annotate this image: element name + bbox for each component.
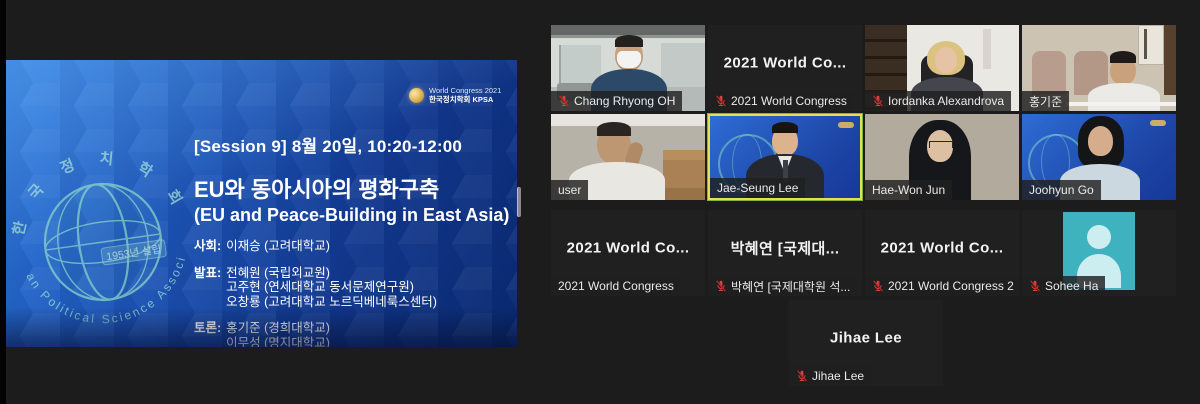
person-icon: [1087, 225, 1111, 249]
video-tile-2021-world-congress-2[interactable]: 2021 World Co... 2021 World Congress 2: [865, 210, 1019, 296]
decor-shape: [1066, 102, 1176, 106]
participant-name: 2021 World Congress: [731, 94, 847, 108]
participant-name-label: Hae-Won Jun: [865, 180, 952, 200]
discussant-name: 이무성 (명지대학교): [226, 336, 330, 348]
participant-name-label: Iordanka Alexandrova: [865, 91, 1011, 111]
person-silhouette: [1088, 83, 1160, 111]
video-tile-2021-world-congress[interactable]: 2021 World Co... 2021 World Congress: [708, 25, 862, 111]
participant-name-label: Jae-Seung Lee: [710, 178, 805, 198]
presenter-name: 전혜원 (국립외교원): [226, 266, 437, 281]
participant-name: Jae-Seung Lee: [717, 181, 798, 195]
session-heading: [Session 9] 8월 20일, 10:20-12:00: [194, 132, 512, 157]
participant-name: Sohee Ha: [1045, 279, 1098, 293]
congress-badge: World Congress 2021 한국정치학회 KPSA: [409, 86, 501, 104]
mic-muted-icon: [558, 95, 570, 107]
badge-glint: [838, 122, 854, 128]
shared-screen-slide: World Congress 2021 한국정치학회 KPSA 1953년 설립…: [6, 60, 517, 347]
participant-name: Hae-Won Jun: [872, 183, 945, 197]
tile-center-name: 박혜연 [국제대...: [708, 237, 862, 258]
decor-shape: [615, 35, 643, 47]
participant-name-label: user: [551, 180, 588, 200]
video-tile-jihae-lee[interactable]: Jihae Lee Jihae Lee: [789, 300, 943, 386]
kpsa-coin-logo-icon: [409, 88, 424, 103]
video-tile-hong-ki-jun[interactable]: 홍기준: [1022, 25, 1176, 111]
participant-name: 2021 World Congress 2: [888, 279, 1014, 293]
video-tile-user[interactable]: user: [551, 114, 705, 200]
wall-scroll: [1138, 25, 1164, 65]
badge-glint: [1150, 120, 1166, 126]
participant-name-label: Chang Rhyong OH: [551, 91, 682, 111]
participant-name: 홍기준: [1029, 93, 1062, 110]
participant-name: user: [558, 183, 581, 197]
decor-shape: [661, 43, 705, 87]
participant-name-label: 박혜연 [국제대학원 석...: [708, 276, 857, 296]
decor-shape: [559, 45, 601, 83]
tile-center-name: 2021 World Co...: [551, 239, 705, 256]
tile-center-name: 2021 World Co...: [708, 54, 862, 71]
presenter-name: 고주현 (연세대학교 동서문제연구원): [226, 280, 437, 295]
video-tile-hae-won-jun[interactable]: Hae-Won Jun: [865, 114, 1019, 200]
video-tile-joohyun-go[interactable]: Joohyun Go: [1022, 114, 1176, 200]
participant-name-label: 홍기준: [1022, 91, 1069, 111]
decor-shape: [1110, 51, 1136, 63]
participant-name-label: 2021 World Congress: [708, 91, 854, 111]
presenter-name: 오창룡 (고려대학교 노르딕베네룩스센터): [226, 295, 437, 310]
decor-shape: [983, 29, 991, 69]
session-title-korean: EU와 동아시아의 평화구축: [194, 172, 512, 204]
mic-muted-icon: [715, 280, 727, 292]
participant-name-label: Sohee Ha: [1022, 276, 1105, 296]
door: [1164, 25, 1176, 95]
tile-center-name: 2021 World Co...: [865, 239, 1019, 256]
mic-muted-icon: [1029, 280, 1041, 292]
decor-shape: [1144, 29, 1147, 59]
session-title-english: (EU and Peace-Building in East Asia): [194, 205, 512, 226]
participant-name-label: Joohyun Go: [1022, 180, 1101, 200]
kpsa-globe-emblem: 1953년 설립 한 국 정 치 학 회 Korean Political Sc…: [8, 144, 203, 347]
chair-name: 이재승 (고려대학교): [226, 239, 330, 254]
decor-shape: [772, 122, 798, 133]
participant-name: Chang Rhyong OH: [574, 94, 675, 108]
presenters-row: 발표: 전혜원 (국립외교원) 고주현 (연세대학교 동서문제연구원) 오창룡 …: [194, 266, 512, 310]
mic-muted-icon: [715, 95, 727, 107]
tile-center-name: Jihae Lee: [789, 329, 943, 346]
discussant-name: 홍기준 (경희대학교): [226, 321, 330, 336]
mic-muted-icon: [796, 370, 808, 382]
chair-label: 사회:: [194, 239, 221, 254]
meeting-window: World Congress 2021 한국정치학회 KPSA 1953년 설립…: [0, 0, 1200, 404]
participant-name: Jihae Lee: [812, 369, 864, 383]
face-mask: [617, 51, 641, 68]
glasses: [929, 141, 953, 148]
participant-name-label: 2021 World Congress 2: [865, 276, 1019, 296]
panel-resize-handle[interactable]: [517, 187, 521, 217]
person-silhouette: [1088, 126, 1113, 156]
participant-name: Iordanka Alexandrova: [888, 94, 1004, 108]
video-tile-jae-seung-lee-active-speaker[interactable]: Jae-Seung Lee: [708, 114, 862, 200]
decor-shape: [597, 122, 631, 136]
chair-row: 사회: 이재승 (고려대학교): [194, 239, 512, 254]
participant-name-label: Jihae Lee: [789, 366, 871, 386]
video-tile-park-hye-yeon[interactable]: 박혜연 [국제대... 박혜연 [국제대학원 석...: [708, 210, 862, 296]
presenters-label: 발표:: [194, 266, 221, 310]
video-tile-2021-world-congress-b[interactable]: 2021 World Co... 2021 World Congress: [551, 210, 705, 296]
discussants-label: 토론:: [194, 321, 221, 347]
participant-name: Joohyun Go: [1029, 183, 1094, 197]
armchair: [1032, 51, 1066, 95]
participant-name: 2021 World Congress: [558, 279, 674, 293]
video-tile-iordanka-alexandrova[interactable]: Iordanka Alexandrova: [865, 25, 1019, 111]
person-silhouette: [935, 47, 957, 73]
dresser: [663, 150, 705, 200]
discussants-row: 토론: 홍기준 (경희대학교) 이무성 (명지대학교): [194, 321, 512, 347]
participant-name: 박혜연 [국제대학원 석...: [731, 278, 850, 295]
mic-muted-icon: [872, 95, 884, 107]
badge-line2: 한국정치학회 KPSA: [429, 95, 501, 104]
video-tile-chang-rhyong-oh[interactable]: Chang Rhyong OH: [551, 25, 705, 111]
participant-name-label: 2021 World Congress: [551, 276, 681, 296]
badge-line1: World Congress 2021: [429, 86, 501, 95]
video-tile-sohee-ha[interactable]: Sohee Ha: [1022, 210, 1176, 296]
mic-muted-icon: [872, 280, 884, 292]
